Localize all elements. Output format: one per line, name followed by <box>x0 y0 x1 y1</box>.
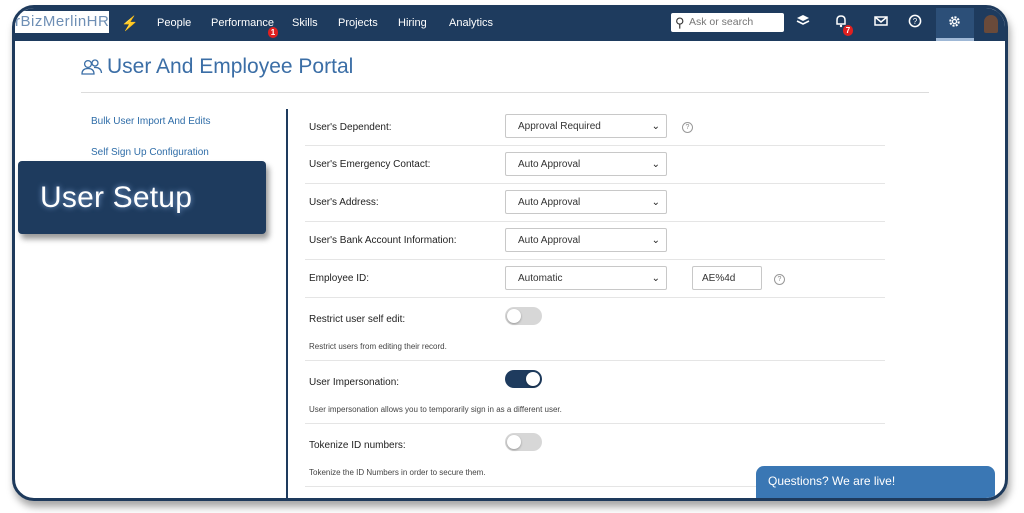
tokenize-label: Tokenize ID numbers: <box>309 440 406 451</box>
chevron-down-icon: ⌄ <box>651 197 660 208</box>
dependent-select-value: Approval Required <box>518 121 601 132</box>
help-icon[interactable]: ? <box>682 122 693 133</box>
setting-row-employee-id: Employee ID: Automatic ⌄ AE%4d ? <box>305 260 885 298</box>
impersonation-toggle[interactable] <box>505 370 542 388</box>
nav-analytics[interactable]: Analytics <box>449 17 493 29</box>
search-icon: ⚲ <box>675 15 685 30</box>
restrict-edit-label: Restrict user self edit: <box>309 314 406 325</box>
nav-performance[interactable]: Performance <box>211 17 274 29</box>
impersonation-label: User Impersonation: <box>309 377 400 388</box>
live-chat-button[interactable]: Questions? We are live! <box>756 466 995 498</box>
setting-row-bank: User's Bank Account Information: Auto Ap… <box>305 222 885 260</box>
bank-label: User's Bank Account Information: <box>309 235 457 246</box>
bank-select-value: Auto Approval <box>518 235 581 246</box>
nav-people[interactable]: People <box>157 17 191 29</box>
impersonation-description: User impersonation allows you to tempora… <box>309 405 562 414</box>
partial-button[interactable] <box>435 498 735 501</box>
chevron-down-icon: ⌄ <box>651 273 660 284</box>
emergency-select-value: Auto Approval <box>518 159 581 170</box>
sidebar-link-bulk-import[interactable]: Bulk User Import And Edits <box>91 116 211 127</box>
toggle-knob <box>507 435 521 449</box>
setting-row-address: User's Address: Auto Approval ⌄ <box>305 184 885 222</box>
notification-badge: 7 <box>843 25 853 36</box>
sidebar-link-self-signup[interactable]: Self Sign Up Configuration <box>91 147 209 158</box>
search-input[interactable] <box>689 14 779 30</box>
emergency-label: User's Emergency Contact: <box>309 159 431 170</box>
partial-button[interactable] <box>292 498 402 501</box>
performance-badge: 1 <box>268 27 278 38</box>
setting-row-emergency: User's Emergency Contact: Auto Approval … <box>305 146 885 184</box>
nav-skills[interactable]: Skills <box>292 17 318 29</box>
app-window: rBizMerlinHR ⚡ People Performance 1 Skil… <box>12 5 1008 501</box>
svg-text:?: ? <box>913 17 918 26</box>
setting-row-restrict-edit: Restrict user self edit: Restrict users … <box>305 298 885 361</box>
layers-icon[interactable] <box>794 14 812 32</box>
sidebar-divider <box>286 109 288 498</box>
logo[interactable]: rBizMerlinHR <box>15 11 109 33</box>
title-divider <box>81 92 929 93</box>
bolt-icon[interactable]: ⚡ <box>121 15 138 32</box>
search-box[interactable]: ⚲ <box>671 13 784 32</box>
toggle-knob <box>526 372 540 386</box>
restrict-edit-description: Restrict users from editing their record… <box>309 342 447 351</box>
page-title-text: User And Employee Portal <box>107 55 354 78</box>
help-icon[interactable]: ? <box>774 274 785 285</box>
address-select-value: Auto Approval <box>518 197 581 208</box>
employee-id-format-input[interactable]: AE%4d <box>692 266 762 290</box>
employee-id-select-value: Automatic <box>518 273 563 284</box>
tokenize-toggle[interactable] <box>505 433 542 451</box>
dependent-label: User's Dependent: <box>309 122 392 133</box>
user-setup-callout: User Setup <box>18 161 266 234</box>
emergency-select[interactable]: Auto Approval ⌄ <box>505 152 667 176</box>
mail-icon[interactable] <box>872 14 890 32</box>
help-icon[interactable]: ? <box>906 14 924 32</box>
restrict-edit-toggle[interactable] <box>505 307 542 325</box>
employee-id-select[interactable]: Automatic ⌄ <box>505 266 667 290</box>
employee-id-label: Employee ID: <box>309 273 370 284</box>
address-select[interactable]: Auto Approval ⌄ <box>505 190 667 214</box>
setting-row-impersonation: User Impersonation: User impersonation a… <box>305 361 885 424</box>
bank-select[interactable]: Auto Approval ⌄ <box>505 228 667 252</box>
avatar[interactable] <box>984 15 998 33</box>
nav-projects[interactable]: Projects <box>338 17 378 29</box>
chevron-down-icon: ⌄ <box>651 121 660 132</box>
page-title: User And Employee Portal <box>81 55 353 79</box>
users-icon <box>81 59 103 75</box>
dependent-select[interactable]: Approval Required ⌄ <box>505 114 667 138</box>
chevron-down-icon: ⌄ <box>651 235 660 246</box>
tokenize-description: Tokenize the ID Numbers in order to secu… <box>309 468 486 477</box>
address-label: User's Address: <box>309 197 379 208</box>
top-nav: rBizMerlinHR ⚡ People Performance 1 Skil… <box>15 8 1005 41</box>
setting-row-dependent: User's Dependent: Approval Required ⌄ ? <box>305 109 885 146</box>
chevron-down-icon: ⌄ <box>651 159 660 170</box>
gear-icon[interactable] <box>945 14 963 32</box>
nav-hiring[interactable]: Hiring <box>398 17 427 29</box>
toggle-knob <box>507 309 521 323</box>
